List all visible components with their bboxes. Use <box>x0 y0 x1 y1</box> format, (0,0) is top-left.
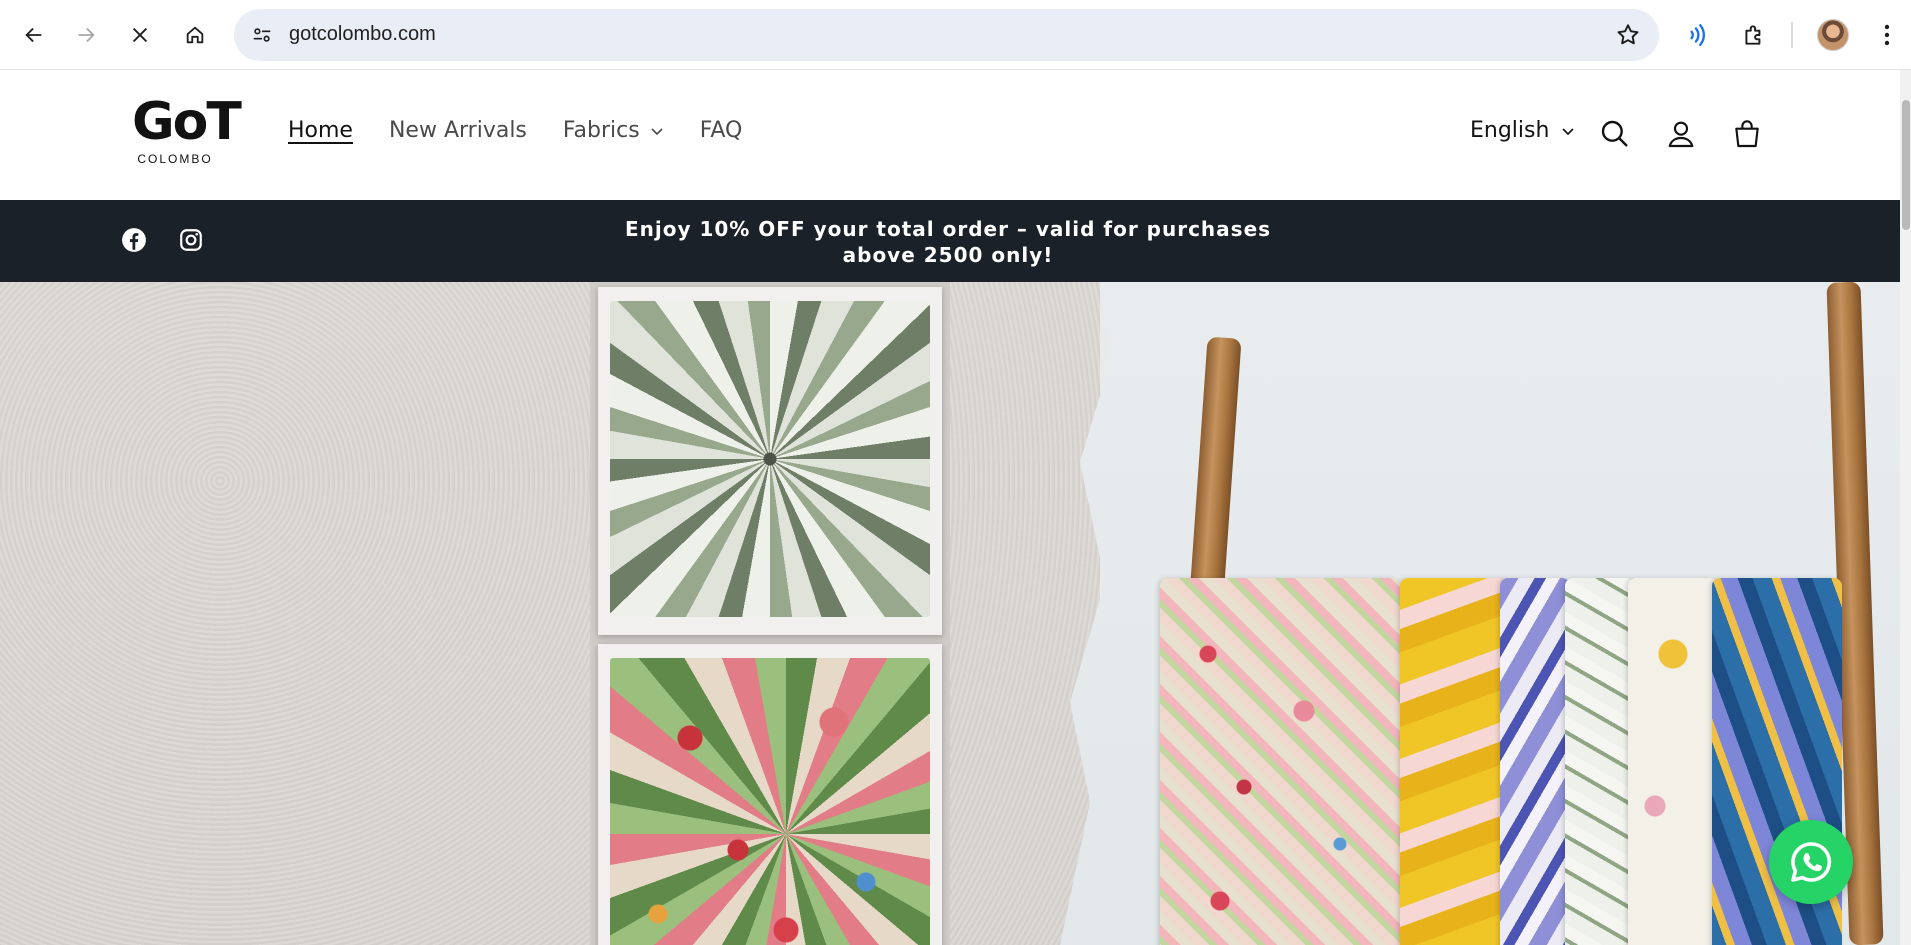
nav-item-faq[interactable]: FAQ <box>700 118 743 143</box>
logo-mark: GoT <box>132 92 242 152</box>
url-text[interactable]: gotcolombo.com <box>289 23 436 46</box>
menu-kebab-icon[interactable] <box>1867 15 1907 55</box>
instagram-icon[interactable] <box>177 226 205 254</box>
fabric-pink-floral <box>1160 578 1400 945</box>
site-header: GoT COLOMBO Home New Arrivals Fabrics FA… <box>0 70 1900 200</box>
announcement-text: Enjoy 10% OFF your total order – valid f… <box>624 217 1272 267</box>
hero-banner[interactable] <box>0 282 1900 945</box>
cart-icon[interactable] <box>1729 116 1765 152</box>
home-button[interactable] <box>175 15 215 55</box>
profile-avatar[interactable] <box>1817 19 1849 51</box>
back-button[interactable] <box>14 15 54 55</box>
site-info-icon[interactable] <box>248 21 276 49</box>
nav-item-label: Home <box>288 118 353 143</box>
nav-item-new-arrivals[interactable]: New Arrivals <box>389 118 527 143</box>
forward-arrow-icon <box>78 27 95 43</box>
fabric-swatch-card <box>598 644 942 945</box>
nav-item-label: Fabrics <box>562 118 640 143</box>
logo-subtitle: COLOMBO <box>137 152 213 166</box>
multicolor-floral-swatch <box>610 658 930 945</box>
back-arrow-icon <box>25 27 42 43</box>
account-icon[interactable] <box>1663 116 1699 152</box>
green-floral-swatch <box>610 301 930 617</box>
fabric-sketch-floral <box>1565 578 1635 945</box>
announcement-bar: Enjoy 10% OFF your total order – valid f… <box>0 200 1900 282</box>
language-label: English <box>1470 118 1550 143</box>
toolbar-separator <box>1791 22 1793 48</box>
extensions-icon[interactable] <box>1734 15 1774 55</box>
chevron-down-icon <box>1562 127 1575 135</box>
page-scrollbar[interactable] <box>1900 70 1911 945</box>
nav-item-home[interactable]: Home <box>288 118 353 143</box>
nav-item-fabrics[interactable]: Fabrics <box>563 118 664 143</box>
fabric-lilac-floral <box>1500 578 1570 945</box>
browser-toolbar: gotcolombo.com <box>0 0 1911 70</box>
whatsapp-chat-button[interactable] <box>1769 820 1853 904</box>
nav-item-label: FAQ <box>699 118 743 143</box>
stop-loading-button[interactable] <box>120 15 160 55</box>
read-aloud-icon[interactable] <box>1677 15 1717 55</box>
scrollbar-thumb[interactable] <box>1902 100 1910 230</box>
close-icon <box>132 27 148 43</box>
site-logo[interactable]: GoT COLOMBO <box>132 92 242 176</box>
bookmark-star-icon[interactable] <box>1615 22 1641 48</box>
chevron-down-icon <box>651 127 663 135</box>
fabric-swatch-card <box>598 287 942 635</box>
whatsapp-icon <box>1791 842 1832 882</box>
address-bar[interactable]: gotcolombo.com <box>234 9 1659 61</box>
forward-button[interactable] <box>66 15 106 55</box>
search-icon[interactable] <box>1597 116 1633 152</box>
main-navigation: Home New Arrivals Fabrics FAQ <box>288 118 742 143</box>
language-selector[interactable]: English <box>1470 118 1575 143</box>
fabric-yellow-floral <box>1400 578 1510 945</box>
nav-item-label: New Arrivals <box>388 118 527 143</box>
home-icon <box>186 26 204 44</box>
fabric-cream-floral <box>1628 578 1718 945</box>
facebook-icon[interactable] <box>120 226 148 254</box>
